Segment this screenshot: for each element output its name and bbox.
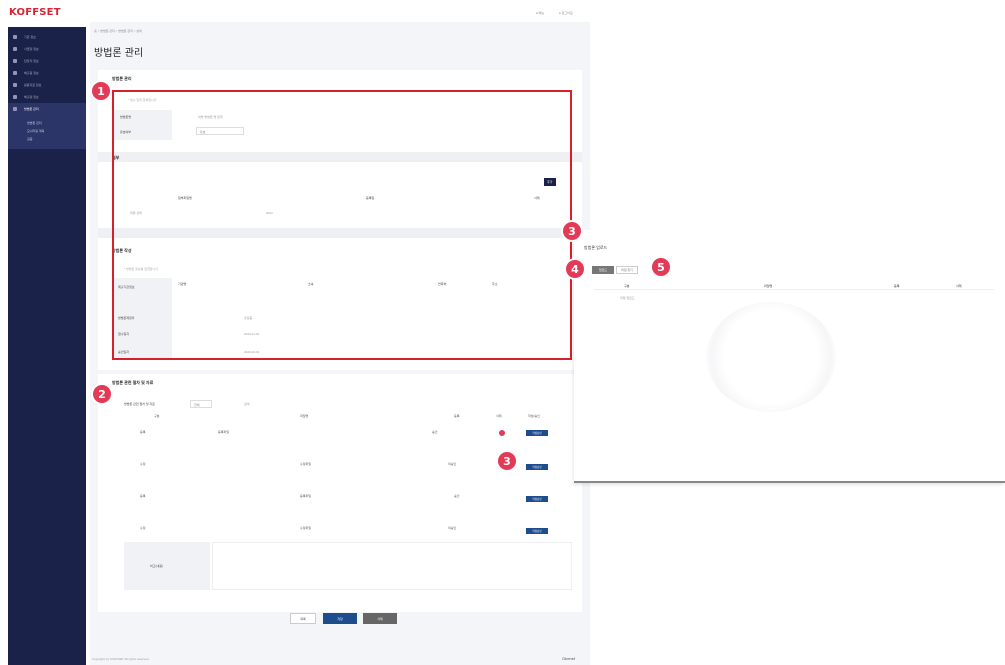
row-name: 등록파일 bbox=[300, 494, 312, 498]
sidebar-item-site[interactable]: 사업장 정보 bbox=[8, 43, 86, 55]
section3-title: 방법론 관련 절차 및 자료 bbox=[112, 380, 154, 385]
empty-state-watermark bbox=[706, 302, 836, 412]
column-header: 구분 bbox=[154, 414, 160, 418]
remarks-label: 비고(내용) bbox=[150, 564, 164, 568]
popup-title: 방법론 업로드 bbox=[584, 245, 608, 250]
row-name: 수정파일 bbox=[300, 526, 312, 530]
sidebar-item-label: 배출원 정보 bbox=[24, 71, 39, 75]
row-kind: 등록 bbox=[140, 430, 146, 434]
page-title: 방법론 관리 bbox=[94, 48, 144, 59]
row-status: 승인 bbox=[454, 494, 460, 498]
sidebar-item-org[interactable]: 기관 정보 bbox=[8, 31, 86, 43]
sidebar-item-manager[interactable]: 담당자 정보 bbox=[8, 55, 86, 67]
methodology-icon bbox=[13, 107, 17, 111]
tab-upload[interactable]: 업로드 bbox=[592, 266, 614, 274]
activity-icon bbox=[13, 83, 17, 87]
approve-button[interactable]: 작성승인 bbox=[526, 430, 548, 436]
delete-icon[interactable] bbox=[499, 430, 505, 436]
row-name: 등록파일 bbox=[218, 430, 230, 434]
factory-icon bbox=[13, 47, 17, 51]
logout-link[interactable]: ● 로그아웃 bbox=[559, 11, 573, 15]
filter-extra[interactable]: 검색 bbox=[244, 402, 250, 406]
column-header: 삭제 bbox=[496, 414, 502, 418]
row-status: 미승인 bbox=[448, 526, 457, 530]
filter-label: 방법론 관련 절차 및 자료 bbox=[124, 402, 155, 406]
remarks-textarea[interactable] bbox=[212, 542, 572, 590]
submenu-verify[interactable]: 검증 bbox=[8, 135, 86, 143]
row-status: 미승인 bbox=[448, 462, 457, 466]
approve-button[interactable]: 작성승인 bbox=[526, 528, 548, 534]
marker-5: 5 bbox=[652, 258, 670, 276]
popup-first-row[interactable]: 파일 업로드 bbox=[620, 296, 635, 300]
delete-button[interactable]: 삭제 bbox=[363, 613, 397, 624]
column-header: 등록 bbox=[454, 414, 460, 418]
sidebar-item-label: 기관 정보 bbox=[24, 35, 36, 39]
submenu-methodology[interactable]: 방법론 관리 bbox=[8, 119, 86, 127]
filter-select[interactable]: 전체 bbox=[190, 400, 212, 408]
approve-button[interactable]: 작성승인 bbox=[526, 496, 548, 502]
section-title: 방법론 관리 bbox=[112, 76, 132, 81]
row-kind: 수정 bbox=[140, 526, 146, 530]
copyright: Copyright (c) KOFFSET All rights reserve… bbox=[92, 657, 150, 661]
column-header: 파일명 bbox=[300, 414, 309, 418]
remarks-label-box bbox=[124, 542, 210, 590]
sidebar-submenu: 방법론 관리 모니터링 계획 검증 bbox=[8, 115, 86, 149]
row-status: 승인 bbox=[432, 430, 438, 434]
marker-2: 2 bbox=[93, 385, 111, 403]
sidebar-item-methodology[interactable]: 방법론 관리 bbox=[8, 103, 86, 115]
source-icon bbox=[13, 71, 17, 75]
marker-1: 1 bbox=[92, 82, 110, 100]
column-header: 파일명 bbox=[764, 284, 773, 288]
marker-3-popup: 3 bbox=[563, 222, 581, 240]
sidebar-item-activity[interactable]: 활동자료 정보 bbox=[8, 79, 86, 91]
header-links: ● 메뉴 ● 로그아웃 bbox=[536, 11, 587, 15]
row-kind: 등록 bbox=[140, 494, 146, 498]
upload-popup: 방법론 업로드 업로드 파일 찾기 구분 파일명 등록 삭제 파일 업로드 bbox=[574, 230, 1005, 483]
marker-3-table: 3 bbox=[498, 452, 516, 470]
tab-find-file[interactable]: 파일 찾기 bbox=[616, 266, 638, 274]
menu-link[interactable]: ● 메뉴 bbox=[536, 11, 544, 15]
procedure-card: 방법론 관련 절차 및 자료 방법론 관련 절차 및 자료 전체 검색 구분 파… bbox=[98, 374, 582, 612]
column-header: 작성/승인 bbox=[528, 414, 540, 418]
table-header: 구분 파일명 등록 삭제 작성/승인 bbox=[128, 410, 568, 422]
submenu-monitoring[interactable]: 모니터링 계획 bbox=[8, 127, 86, 135]
marker-4: 4 bbox=[566, 260, 584, 278]
sidebar-item-emission[interactable]: 배출량 정보 bbox=[8, 91, 86, 103]
sidebar-item-label: 사업장 정보 bbox=[24, 47, 39, 51]
list-button[interactable]: 목록 bbox=[290, 613, 316, 624]
sidebar-item-label: 활동자료 정보 bbox=[24, 83, 42, 87]
row-name: 수정파일 bbox=[300, 462, 312, 466]
highlight-frame bbox=[112, 90, 572, 360]
row-kind: 수정 bbox=[140, 462, 146, 466]
column-header: 구분 bbox=[624, 284, 630, 288]
sidebar-item-label: 배출량 정보 bbox=[24, 95, 39, 99]
sidebar-item-source[interactable]: 배출원 정보 bbox=[8, 67, 86, 79]
sidebar-item-label: 담당자 정보 bbox=[24, 59, 39, 63]
footer-brand: Gbenef bbox=[562, 656, 576, 661]
popup-table-header: 구분 파일명 등록 삭제 bbox=[594, 280, 994, 290]
column-header: 등록 bbox=[894, 284, 900, 288]
approve-button[interactable]: 작성승인 bbox=[526, 464, 548, 470]
building-icon bbox=[13, 35, 17, 39]
column-header: 삭제 bbox=[956, 284, 962, 288]
sidebar-item-label: 방법론 관리 bbox=[24, 107, 39, 111]
save-button[interactable]: 저장 bbox=[323, 613, 357, 624]
table-row: 등록 등록파일 승인 bbox=[128, 490, 568, 502]
chart-icon bbox=[13, 95, 17, 99]
table-row: 수정 수정파일 미승인 bbox=[128, 522, 568, 534]
logo[interactable]: KOFFSET bbox=[9, 7, 61, 18]
user-icon bbox=[13, 59, 17, 63]
top-header: KOFFSET ● 메뉴 ● 로그아웃 bbox=[0, 0, 1005, 22]
sidebar: 기관 정보 사업장 정보 담당자 정보 배출원 정보 활동자료 정보 배출량 정… bbox=[8, 27, 86, 665]
breadcrumb: 홈 > 방법론 관리 > 방법론 관리 > 상세 bbox=[94, 29, 142, 33]
